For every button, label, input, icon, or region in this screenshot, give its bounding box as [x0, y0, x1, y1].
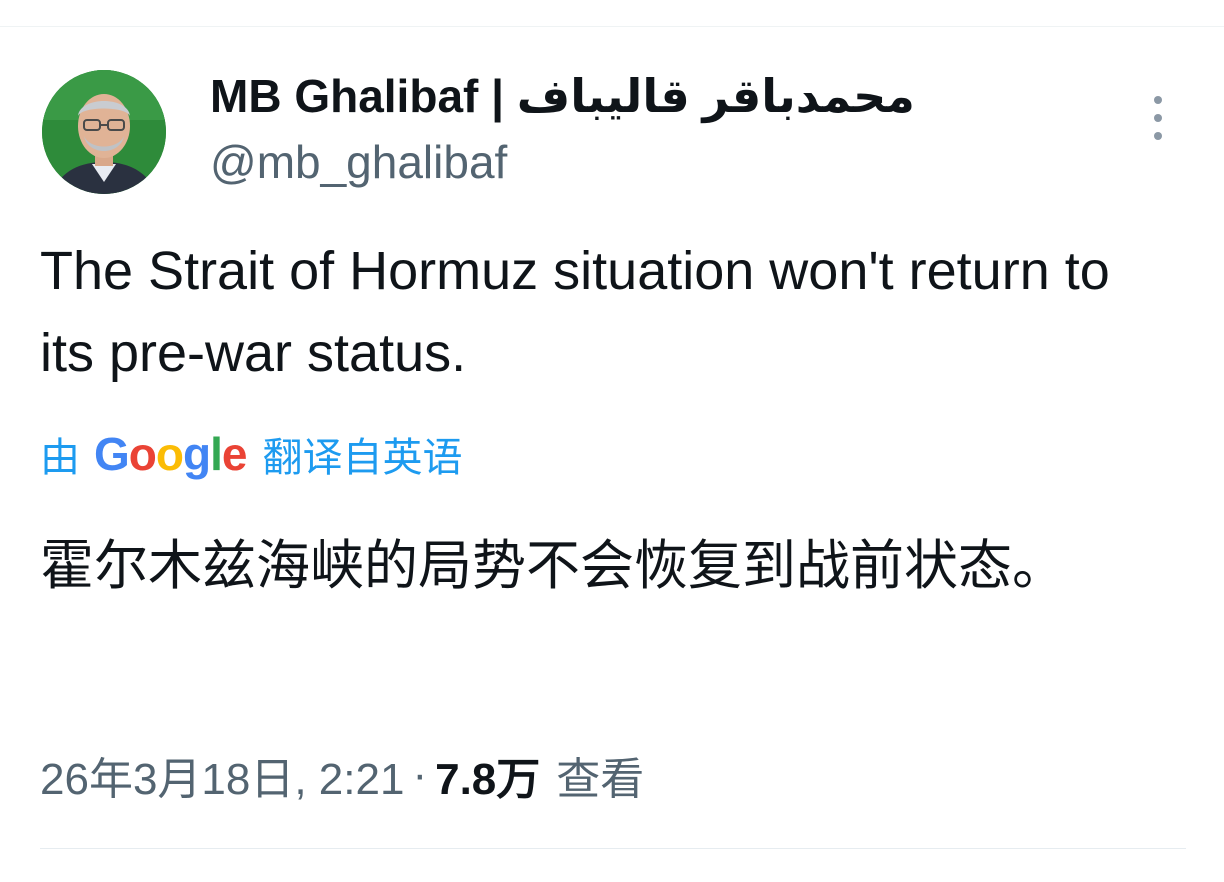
- avatar[interactable]: [42, 70, 166, 194]
- google-letter-5: l: [210, 428, 223, 480]
- translated-tweet-text: 霍尔木兹海峡的局势不会恢复到战前状态。: [40, 534, 1066, 597]
- translation-suffix: 翻译自英语: [262, 436, 463, 480]
- google-letter-2: o: [128, 428, 157, 480]
- more-vertical-icon-dot-3: [1154, 132, 1162, 140]
- tweet-meta: 26年3月18日, 2:21 · 7.8万 查看: [40, 740, 644, 810]
- tweet-text: The Strait of Hormuz situation won't ret…: [40, 241, 1110, 383]
- profile-photo-icon: [42, 70, 166, 194]
- views-label: 查看: [556, 755, 645, 804]
- google-letter-3: o: [155, 428, 184, 480]
- more-vertical-icon: [1154, 96, 1162, 104]
- translation-prefix: 由: [40, 436, 80, 480]
- view-count: 7.8万: [435, 755, 541, 804]
- more-vertical-icon-dot-2: [1154, 114, 1162, 122]
- meta-separator: ·: [412, 750, 428, 799]
- user-handle[interactable]: @mb_ghalibaf: [210, 134, 507, 190]
- timestamp[interactable]: 26年3月18日, 2:21: [40, 743, 404, 807]
- google-letter-6: e: [221, 428, 248, 480]
- bottom-divider: [40, 848, 1186, 849]
- display-name[interactable]: MB Ghalibaf | محمدباقر قالیباف: [210, 68, 915, 124]
- more-options-button[interactable]: [1140, 96, 1176, 140]
- google-letter-1: G: [94, 428, 130, 480]
- google-logo: G o o g l e: [94, 427, 248, 481]
- translation-attribution[interactable]: 由 G o o g l e 翻译自英语: [40, 424, 462, 484]
- google-letter-4: g: [183, 428, 211, 480]
- top-divider: [0, 26, 1224, 27]
